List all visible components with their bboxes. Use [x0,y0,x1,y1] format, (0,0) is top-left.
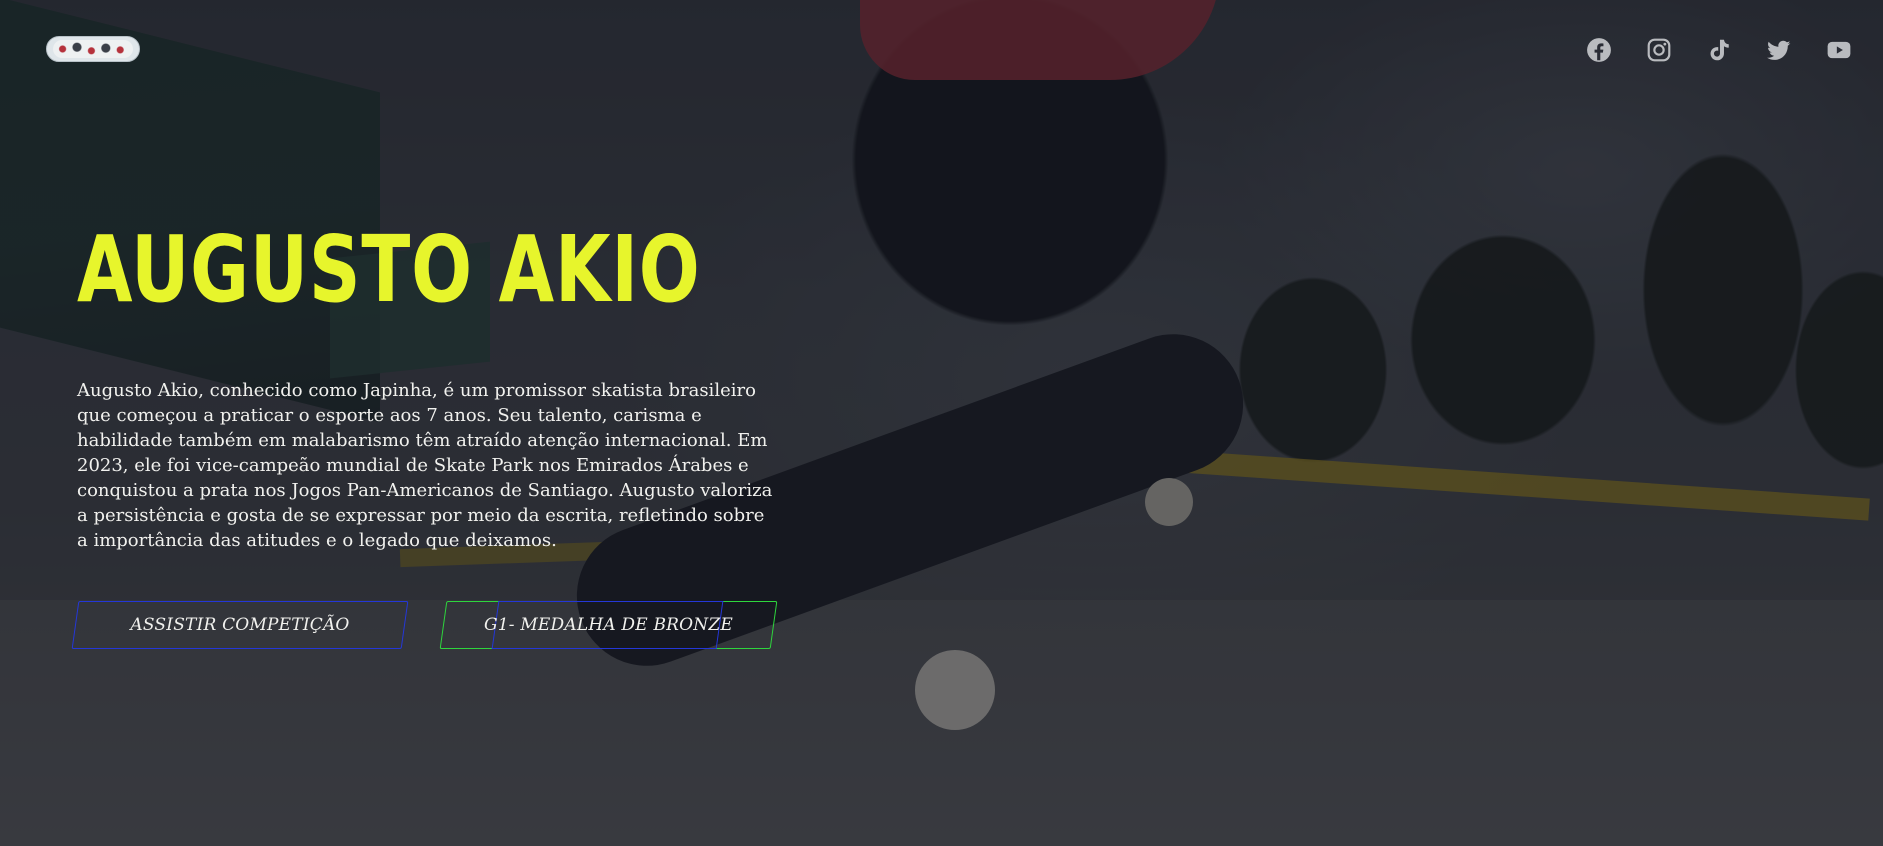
facebook-link[interactable] [1581,32,1617,68]
youtube-icon [1827,41,1851,59]
skateboard-logo-icon[interactable] [46,36,140,62]
tiktok-icon [1710,39,1729,61]
hero-actions: ASSISTIR COMPETIÇÃO G1- MEDALHA DE BRONZ… [71,601,795,651]
tiktok-link[interactable] [1701,32,1737,68]
instagram-link[interactable] [1641,32,1677,68]
hero-content: AUGUSTO AKIO Augusto Akio, conhecido com… [71,216,778,649]
bronze-medal-label: G1- MEDALHA DE BRONZE [483,615,734,635]
youtube-link[interactable] [1821,32,1857,68]
hero-description: Augusto Akio, conhecido como Japinha, é … [77,380,773,551]
bronze-medal-button[interactable]: G1- MEDALHA DE BRONZE [439,601,778,649]
twitter-icon [1767,40,1791,60]
twitter-link[interactable] [1761,32,1797,68]
instagram-icon [1647,38,1671,62]
hero-title: AUGUSTO AKIO [77,216,701,323]
watch-competition-label: ASSISTIR COMPETIÇÃO [130,615,350,635]
watch-competition-button[interactable]: ASSISTIR COMPETIÇÃO [71,601,409,649]
facebook-icon [1587,38,1611,62]
social-links [1581,32,1857,68]
logo-artwork [53,40,133,58]
site-header [46,32,1857,68]
